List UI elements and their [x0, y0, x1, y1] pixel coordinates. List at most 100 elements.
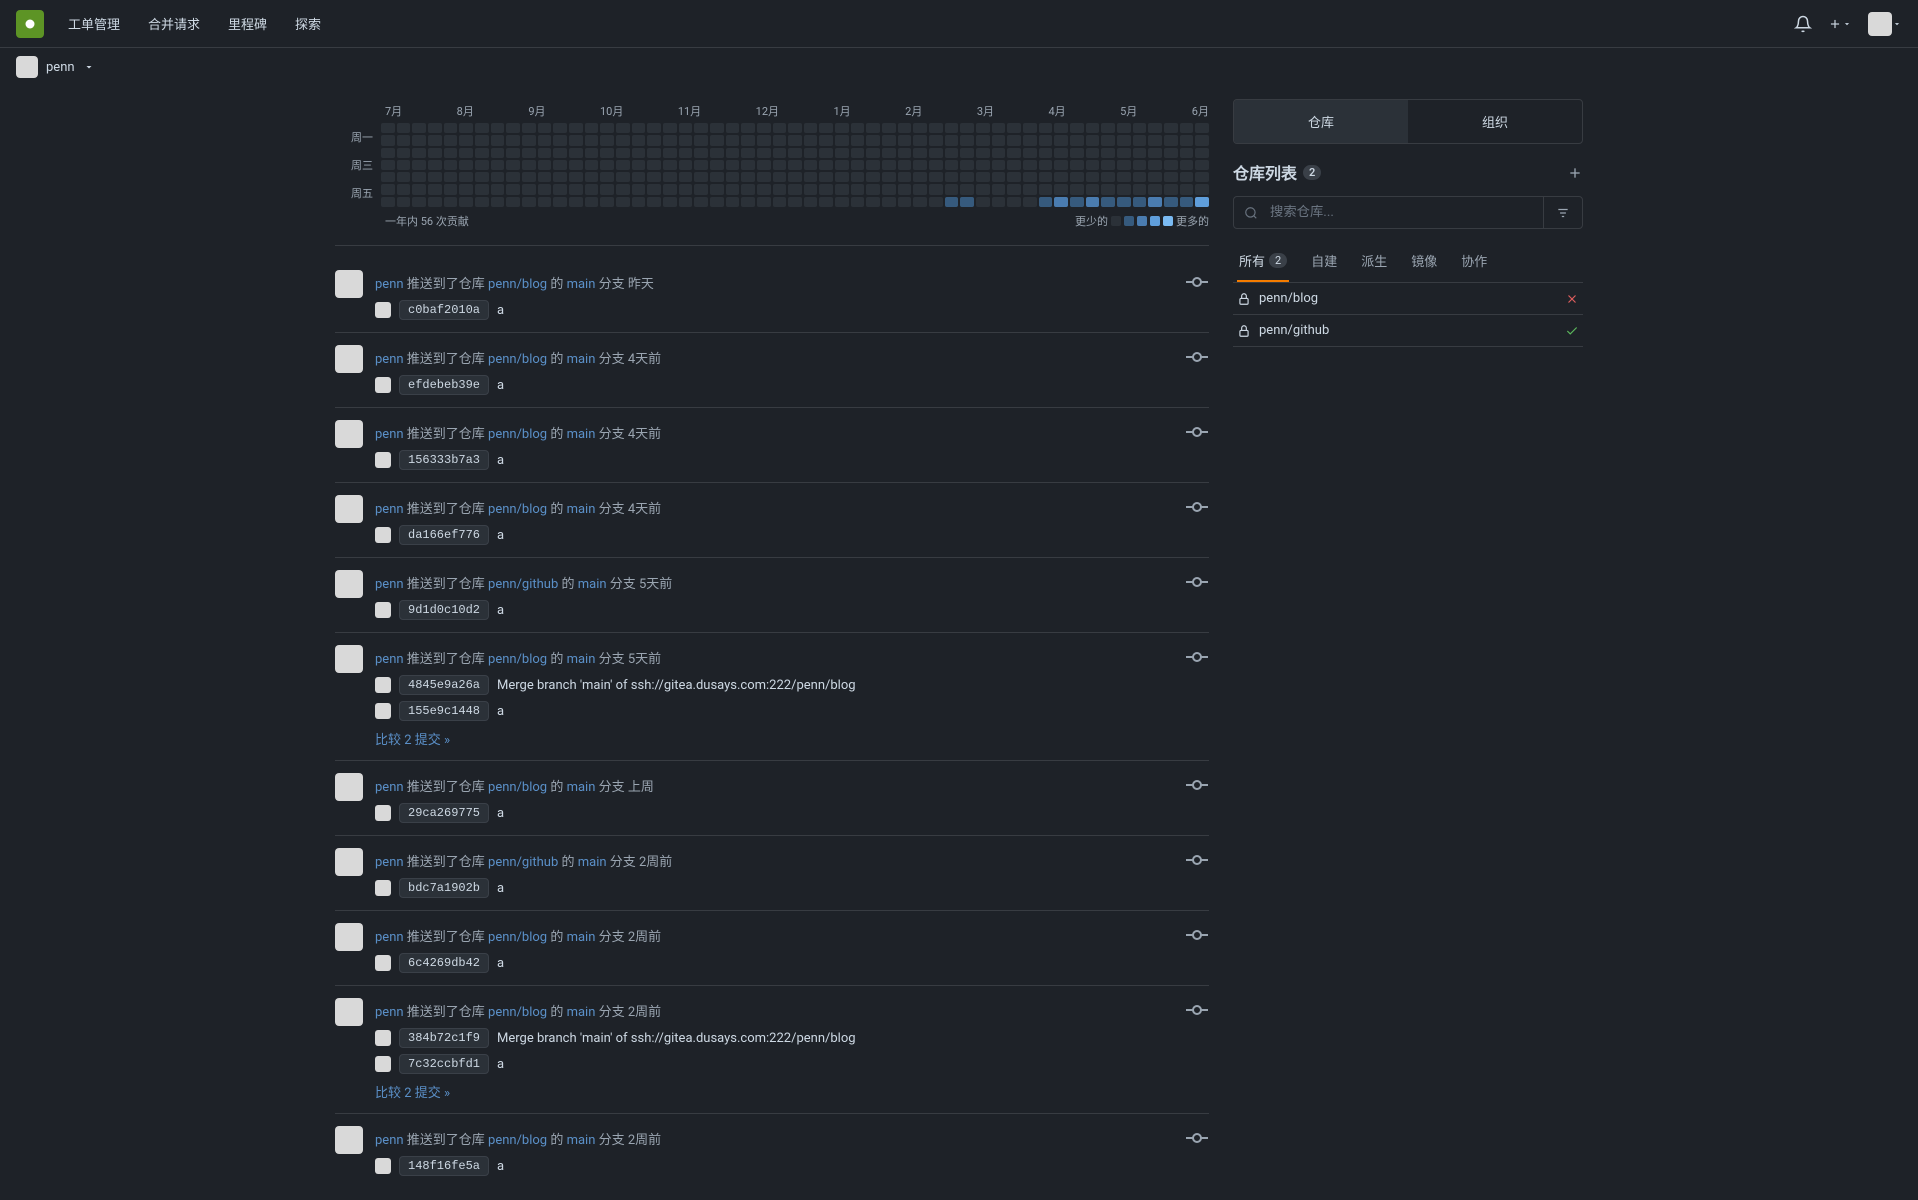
heatmap-cell[interactable]: [898, 172, 912, 182]
heatmap-cell[interactable]: [804, 148, 818, 158]
heatmap-cell[interactable]: [569, 197, 583, 207]
heatmap-cell[interactable]: [632, 197, 646, 207]
heatmap-cell[interactable]: [835, 148, 849, 158]
heatmap-cell[interactable]: [428, 160, 442, 170]
heatmap-cell[interactable]: [804, 172, 818, 182]
heatmap-cell[interactable]: [898, 160, 912, 170]
heatmap-cell[interactable]: [835, 135, 849, 145]
heatmap-cell[interactable]: [851, 135, 865, 145]
heatmap-cell[interactable]: [1039, 184, 1053, 194]
heatmap-cell[interactable]: [929, 172, 943, 182]
heatmap-cell[interactable]: [866, 148, 880, 158]
branch-link[interactable]: main: [567, 502, 596, 517]
heatmap-cell[interactable]: [804, 184, 818, 194]
heatmap-cell[interactable]: [694, 160, 708, 170]
commit-hash-link[interactable]: 29ca269775: [399, 803, 489, 823]
heatmap-cell[interactable]: [898, 123, 912, 133]
heatmap-cell[interactable]: [819, 197, 833, 207]
heatmap-cell[interactable]: [773, 160, 787, 170]
user-avatar-icon[interactable]: [335, 848, 363, 876]
heatmap-cell[interactable]: [1007, 135, 1021, 145]
heatmap-cell[interactable]: [663, 123, 677, 133]
heatmap-cell[interactable]: [1023, 197, 1037, 207]
heatmap-cell[interactable]: [569, 172, 583, 182]
heatmap-cell[interactable]: [506, 148, 520, 158]
heatmap-cell[interactable]: [913, 148, 927, 158]
tab-repositories[interactable]: 仓库: [1234, 100, 1408, 143]
heatmap-cell[interactable]: [647, 184, 661, 194]
heatmap-cell[interactable]: [381, 123, 395, 133]
user-avatar-icon[interactable]: [335, 998, 363, 1026]
heatmap-cell[interactable]: [1101, 184, 1115, 194]
user-avatar-icon[interactable]: [335, 773, 363, 801]
heatmap-cell[interactable]: [1086, 160, 1100, 170]
user-menu[interactable]: [1868, 12, 1902, 36]
heatmap-cell[interactable]: [913, 135, 927, 145]
filter-tab-collab[interactable]: 协作: [1459, 241, 1489, 282]
gitea-logo[interactable]: [16, 10, 44, 38]
repo-link[interactable]: penn/blog: [488, 502, 547, 517]
heatmap-cell[interactable]: [898, 197, 912, 207]
repo-link[interactable]: penn/blog: [488, 277, 547, 292]
heatmap-cell[interactable]: [898, 184, 912, 194]
heatmap-cell[interactable]: [538, 197, 552, 207]
repo-link[interactable]: penn/github: [488, 855, 558, 870]
heatmap-cell[interactable]: [1164, 123, 1178, 133]
heatmap-cell[interactable]: [506, 184, 520, 194]
heatmap-cell[interactable]: [1070, 197, 1084, 207]
heatmap-cell[interactable]: [819, 135, 833, 145]
heatmap-cell[interactable]: [835, 184, 849, 194]
commit-hash-link[interactable]: 156333b7a3: [399, 450, 489, 470]
heatmap-cell[interactable]: [428, 197, 442, 207]
heatmap-cell[interactable]: [694, 197, 708, 207]
heatmap-cell[interactable]: [600, 184, 614, 194]
heatmap-cell[interactable]: [1086, 148, 1100, 158]
heatmap-cell[interactable]: [663, 184, 677, 194]
heatmap-cell[interactable]: [992, 135, 1006, 145]
user-avatar-icon[interactable]: [335, 1126, 363, 1154]
heatmap-cell[interactable]: [1054, 123, 1068, 133]
heatmap-cell[interactable]: [1023, 184, 1037, 194]
user-avatar-icon[interactable]: [335, 345, 363, 373]
heatmap-cell[interactable]: [960, 197, 974, 207]
user-link[interactable]: penn: [375, 427, 404, 442]
repo-link[interactable]: penn/blog: [488, 427, 547, 442]
heatmap-cell[interactable]: [444, 123, 458, 133]
heatmap-cell[interactable]: [788, 148, 802, 158]
heatmap-cell[interactable]: [773, 123, 787, 133]
heatmap-cell[interactable]: [553, 148, 567, 158]
heatmap-cell[interactable]: [773, 135, 787, 145]
repo-link[interactable]: penn/blog: [488, 930, 547, 945]
heatmap-cell[interactable]: [1086, 172, 1100, 182]
heatmap-cell[interactable]: [538, 160, 552, 170]
heatmap-cell[interactable]: [992, 184, 1006, 194]
heatmap-cell[interactable]: [632, 184, 646, 194]
heatmap-cell[interactable]: [866, 184, 880, 194]
heatmap-cell[interactable]: [788, 172, 802, 182]
heatmap-cell[interactable]: [459, 184, 473, 194]
heatmap-cell[interactable]: [1133, 135, 1147, 145]
heatmap-cell[interactable]: [976, 172, 990, 182]
heatmap-cell[interactable]: [444, 184, 458, 194]
heatmap-cell[interactable]: [538, 123, 552, 133]
heatmap-cell[interactable]: [663, 172, 677, 182]
user-context-bar[interactable]: penn: [0, 48, 1918, 87]
repo-item[interactable]: penn/blog: [1233, 283, 1583, 315]
heatmap-cell[interactable]: [553, 172, 567, 182]
heatmap-cell[interactable]: [694, 123, 708, 133]
user-link[interactable]: penn: [375, 855, 404, 870]
heatmap-cell[interactable]: [929, 160, 943, 170]
repo-link[interactable]: penn/github: [488, 577, 558, 592]
heatmap-cell[interactable]: [491, 148, 505, 158]
heatmap-cell[interactable]: [913, 172, 927, 182]
heatmap-cell[interactable]: [506, 160, 520, 170]
heatmap-grid[interactable]: [381, 123, 1209, 207]
heatmap-cell[interactable]: [710, 160, 724, 170]
heatmap-cell[interactable]: [428, 148, 442, 158]
heatmap-cell[interactable]: [960, 184, 974, 194]
heatmap-cell[interactable]: [960, 123, 974, 133]
heatmap-cell[interactable]: [929, 197, 943, 207]
commit-hash-link[interactable]: 4845e9a26a: [399, 675, 489, 695]
heatmap-cell[interactable]: [851, 197, 865, 207]
heatmap-cell[interactable]: [1054, 148, 1068, 158]
